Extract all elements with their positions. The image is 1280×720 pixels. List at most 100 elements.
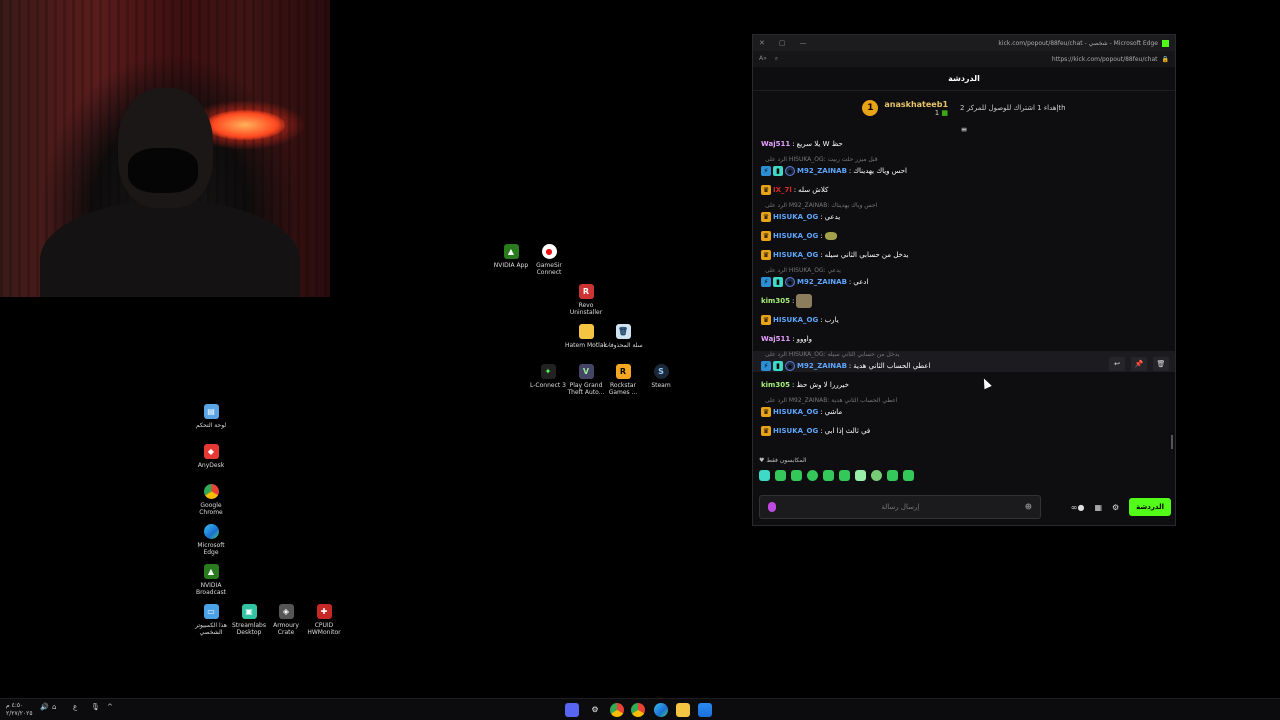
gta-icon: V (578, 364, 594, 379)
chat-message-text: يدخل من حسابي الثاني سيله (824, 250, 909, 259)
reply-icon[interactable]: ↩ (1109, 357, 1125, 371)
store-icon[interactable]: ▦ (1094, 503, 1102, 512)
close-icon[interactable]: ✕ (759, 39, 765, 47)
desktop-icon-recycle-bin[interactable]: 🗑 سلة المحذوفات (601, 324, 645, 349)
edge-taskbar-icon[interactable] (654, 703, 668, 717)
desktop-icon-chrome[interactable]: Google Chrome (189, 484, 233, 516)
desktop-icon-nvidia-broadcast[interactable]: ▲ NVIDIA Broadcast (189, 564, 233, 596)
chat-username[interactable]: Waj511 (761, 334, 790, 344)
microphone-tray-icon[interactable]: 🎙 (91, 703, 100, 711)
reply-context[interactable]: الرد على HISUKA_OG: يدخل من حسابي الثاني… (761, 351, 1167, 359)
desktop-icon-anydesk[interactable]: ◆ AnyDesk (189, 444, 233, 469)
desktop-icon-edge[interactable]: Microsoft Edge (189, 524, 233, 556)
emote-8[interactable] (871, 470, 882, 481)
chat-message[interactable]: ♛ HISUKA_OG: (761, 229, 1167, 242)
emote-row (759, 470, 914, 481)
url-text[interactable]: https://kick.com/popout/88feu/chat (1052, 56, 1158, 63)
kicks-icon[interactable]: ∞● (1071, 503, 1085, 512)
read-aloud-icon[interactable]: A» (759, 55, 767, 62)
chat-username[interactable]: kim305 (761, 380, 790, 390)
chat-message[interactable]: الرد على M92_ZAINAB: اعطي الحساب الثاني … (761, 397, 1167, 418)
filter-icon[interactable]: ≡ (753, 125, 1175, 137)
send-chat-button[interactable]: الدردشة (1129, 498, 1171, 516)
chrome-icon (203, 484, 219, 499)
desktop-icon-gamesir[interactable]: ● GameSir Connect (527, 244, 571, 276)
chat-message[interactable]: الرد على HISUKA_OG: يدخل من حسابي الثاني… (753, 351, 1175, 372)
gift-goal-text: إهداء 1 اشتراك للوصول للمركز 2th (960, 104, 1066, 112)
gifter-username[interactable]: anaskhateeb1 (884, 100, 948, 109)
chat-username[interactable]: HISUKA_OG (773, 212, 818, 222)
chat-input-placeholder: إرسال رسالة (881, 503, 920, 511)
chrome-taskbar-icon-2[interactable] (631, 703, 645, 717)
chat-username[interactable]: kim305 (761, 296, 790, 306)
network-icon[interactable]: ⌂ (52, 703, 56, 711)
chat-message[interactable]: ♛ HISUKA_OG: يارب (761, 313, 1167, 326)
windows-start-icon[interactable] (698, 703, 712, 717)
desktop-icon-steam[interactable]: S Steam (639, 364, 683, 389)
desktop-icon-control-panel[interactable]: ▤ لوحة التحكم (189, 404, 233, 429)
volume-icon[interactable]: 🔊 (40, 703, 49, 711)
chat-message[interactable]: الرد على M92_ZAINAB: احس وياك يهديناك ♛ HI… (761, 202, 1167, 223)
chat-message[interactable]: ♛ IX_7l: كلاش سله (761, 183, 1167, 196)
armoury-crate-icon: ◈ (278, 604, 294, 619)
chat-username[interactable]: HISUKA_OG (773, 250, 818, 260)
chat-username[interactable]: HISUKA_OG (773, 315, 818, 325)
reply-context[interactable]: الرد على HISUKA_OG: قبل ميزر حلت ربيت (761, 156, 1167, 164)
reply-context[interactable]: الرد على M92_ZAINAB: احس وياك يهديناك (761, 202, 1167, 210)
chat-message-text: يدعي (824, 212, 841, 221)
emote-3[interactable] (791, 470, 802, 481)
clock[interactable]: ٤:٥٠ م ٢/٢٧/٢٠٢٥ (6, 702, 33, 718)
chat-username[interactable]: Waj511 (761, 139, 790, 149)
emote-5[interactable] (823, 470, 834, 481)
emote-2[interactable] (775, 470, 786, 481)
rockstar-icon: R (615, 364, 631, 379)
desktop-icon-revo[interactable]: R Revo Uninstaller (564, 284, 608, 316)
chat-message[interactable]: kim305: خيرررا لا وش حظ (761, 378, 1167, 391)
chat-message[interactable]: الرد على HISUKA_OG: يدعي ⚡ ▮ ★ M92_ZAINAB: اد… (761, 267, 1167, 288)
settings-icon[interactable]: ⚙ (1112, 503, 1119, 512)
chat-username[interactable]: IX_7l (773, 185, 792, 195)
chat-username[interactable]: HISUKA_OG (773, 426, 818, 436)
pin-icon[interactable]: 📌 (1131, 357, 1147, 371)
chrome-taskbar-icon[interactable] (610, 703, 624, 717)
microphone-icon[interactable] (768, 502, 776, 512)
chat-scrollbar[interactable] (1171, 435, 1173, 449)
emoji-icon[interactable]: ☻ (1025, 503, 1032, 511)
chevron-up-icon[interactable]: ^ (107, 703, 113, 711)
keyboard-language[interactable]: ع (73, 703, 77, 711)
reply-context[interactable]: الرد على HISUKA_OG: يدعي (761, 267, 1167, 275)
desktop-icon-hwmonitor[interactable]: ✚ CPUID HWMonitor (302, 604, 346, 636)
chat-message-text: اعطي الحساب الثاني هدية (853, 361, 931, 370)
reply-context[interactable]: الرد على M92_ZAINAB: اعطي الحساب الثاني … (761, 397, 1167, 405)
delete-icon[interactable]: 🗑 (1153, 357, 1169, 371)
chat-message-text: يلا سريع W حظ (796, 139, 843, 148)
emote-6[interactable] (839, 470, 850, 481)
emote-1[interactable] (759, 470, 770, 481)
emote-9[interactable] (887, 470, 898, 481)
window-titlebar: ✕ ▢ — kick.com/popout/88feu/chat - شخصي - … (753, 35, 1175, 51)
steam-icon: S (653, 364, 669, 379)
chat-username[interactable]: M92_ZAINAB (797, 277, 847, 287)
file-explorer-icon[interactable] (676, 703, 690, 717)
chat-message[interactable]: ♛ HISUKA_OG: يدخل من حسابي الثاني سيله (761, 248, 1167, 261)
chat-input[interactable]: إرسال رسالة ☻ (759, 495, 1041, 519)
discord-taskbar-icon[interactable] (565, 703, 579, 717)
chat-username[interactable]: M92_ZAINAB (797, 361, 847, 371)
window-title: kick.com/popout/88feu/chat - شخصي - Micr… (998, 39, 1158, 47)
chat-username[interactable]: HISUKA_OG (773, 407, 818, 417)
chat-message[interactable]: ♛ HISUKA_OG: في ثالث إذا ابي (761, 424, 1167, 437)
chat-message[interactable]: kim305: (761, 293, 1167, 308)
chat-username[interactable]: M92_ZAINAB (797, 166, 847, 176)
zoom-icon[interactable]: ⌕ (775, 55, 778, 62)
settings-taskbar-icon[interactable]: ⚙ (588, 703, 602, 717)
minimize-icon[interactable]: — (800, 39, 807, 47)
chat-message[interactable]: Waj511: واووو (761, 332, 1167, 345)
maximize-icon[interactable]: ▢ (779, 39, 786, 47)
emote-4[interactable] (807, 470, 818, 481)
chat-message[interactable]: الرد على HISUKA_OG: قبل ميزر حلت ربيت ⚡ ▮ ★… (761, 156, 1167, 177)
sub-badge-icon: ★ (785, 276, 795, 287)
emote-10[interactable] (903, 470, 914, 481)
chat-message[interactable]: Waj511: يلا سريع W حظ (761, 137, 1167, 150)
emote-7[interactable] (855, 470, 866, 481)
chat-username[interactable]: HISUKA_OG (773, 231, 818, 241)
